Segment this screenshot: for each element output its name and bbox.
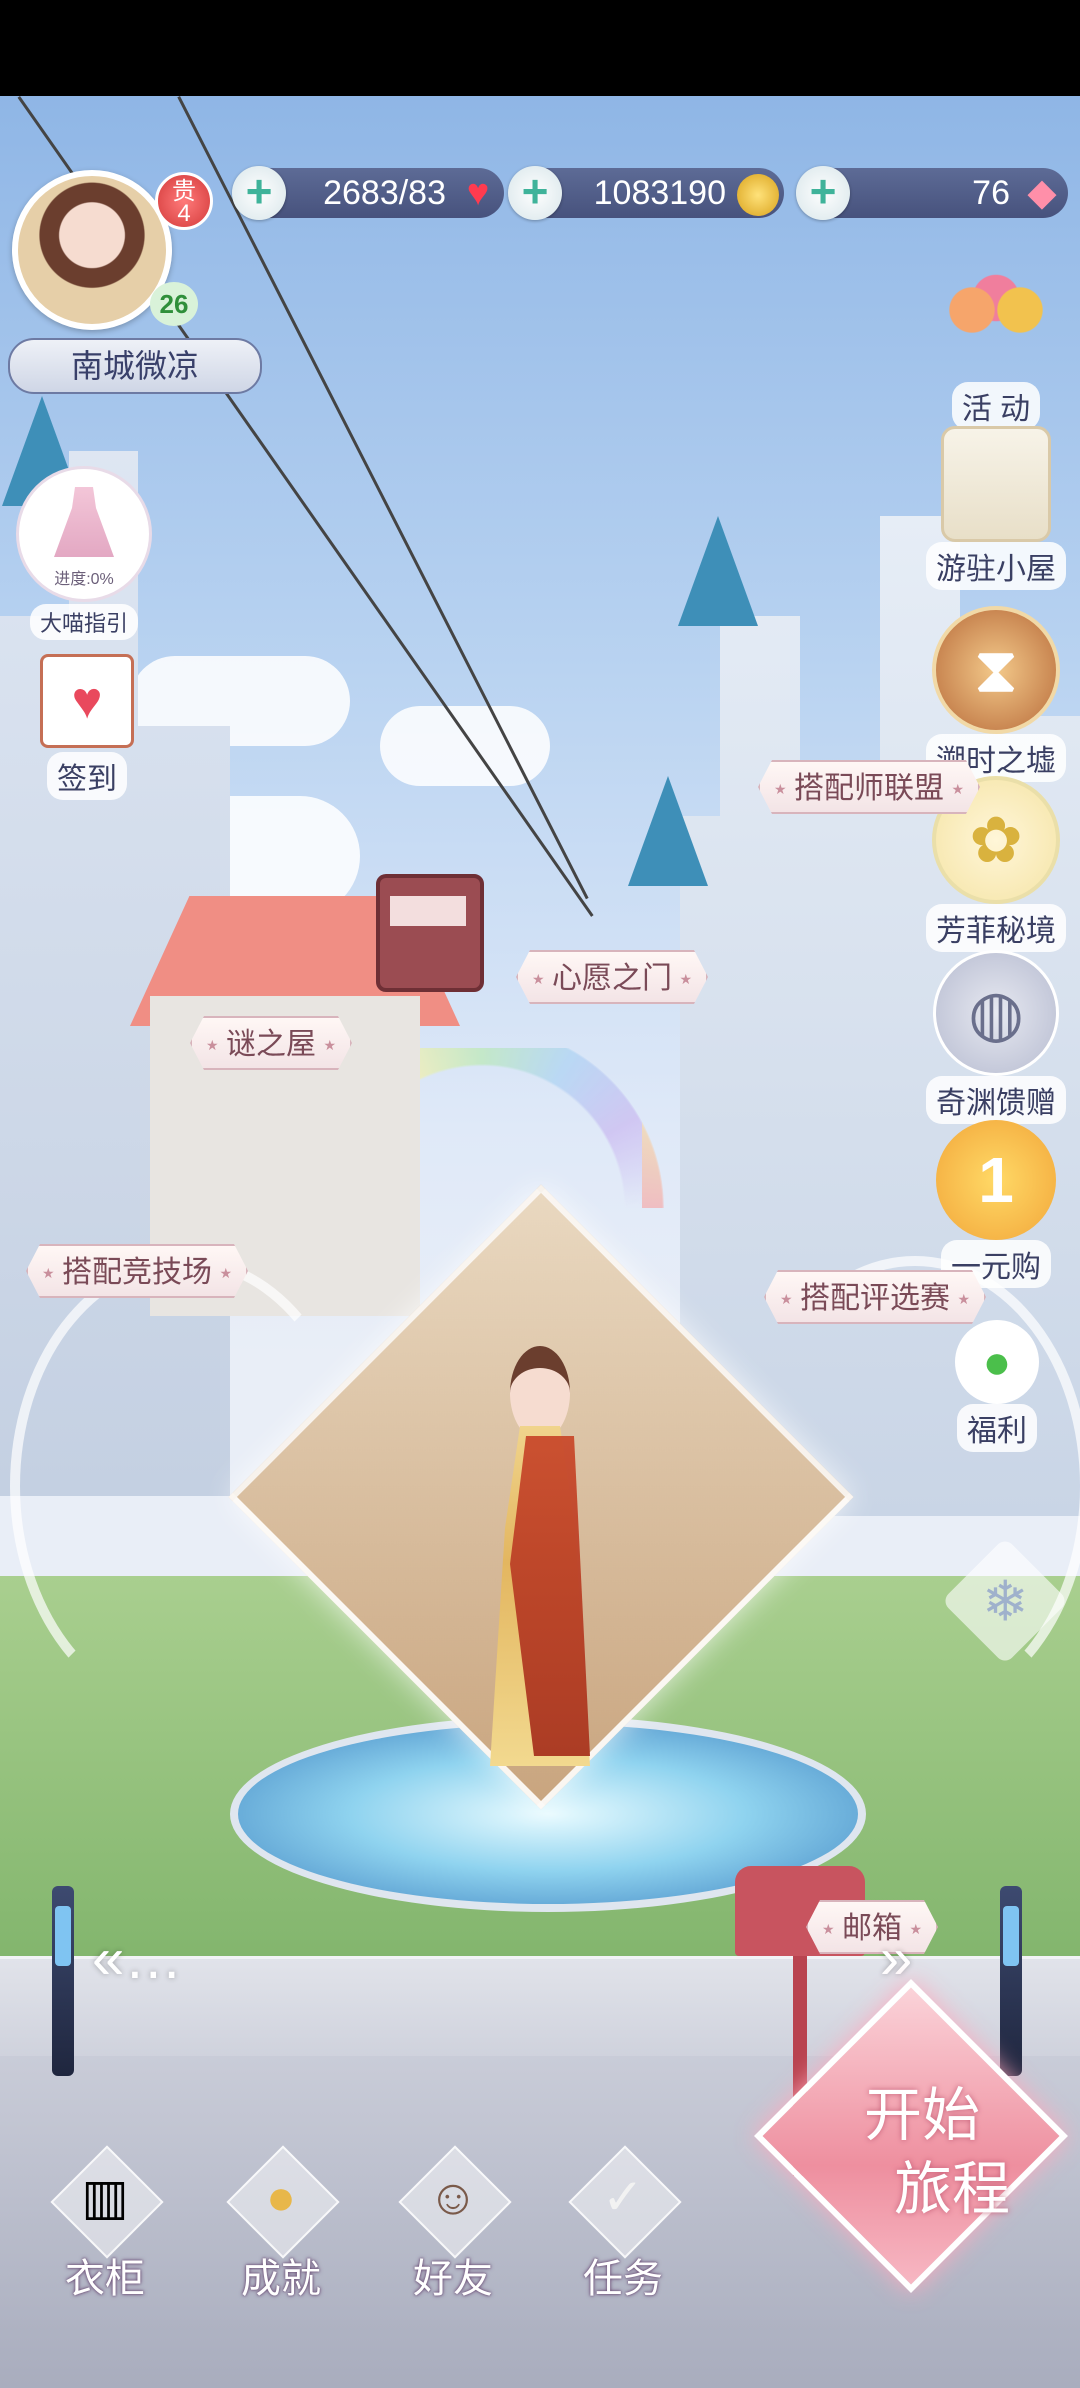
calendar-heart-icon: ♥ [40,654,134,748]
player-avatar[interactable] [12,170,172,330]
task-checklist-icon: ✓ [568,2145,682,2259]
diamond-bar: + 76 ◆ [796,166,1068,220]
abyss-gift-label: 奇渊馈赠 [926,1076,1066,1124]
coin-icon [736,172,780,216]
chat-icon: ● [955,1320,1039,1404]
event-label: 活 动 [951,382,1041,430]
arena-sign[interactable]: 搭配竞技场 [26,1244,248,1298]
abyss-gift-button[interactable]: ◍ 奇渊馈赠 [926,950,1066,1124]
add-stamina-button[interactable]: + [232,166,286,220]
nav-achievements[interactable]: ● 成就 [206,2145,356,2304]
stamina-bar: + 2683/83 ♥ [232,166,504,220]
mailbox-sign[interactable]: 邮箱 [806,1900,938,1954]
guide-circle: 进度:0% [16,466,152,602]
competition-sign[interactable]: 搭配评选赛 [764,1270,986,1324]
nav-wardrobe[interactable]: ▥ 衣柜 [30,2145,180,2304]
start-journey-line1: 开始 [863,2081,980,2149]
welfare-label: 福利 [957,1404,1037,1452]
welfare-button[interactable]: ● 福利 [942,1320,1052,1452]
guide-progress: 进度:0% [54,571,114,588]
fairyland-label: 芳菲秘境 [926,904,1066,952]
vip-level: 4 [177,200,191,227]
vip-badge[interactable]: 贵 4 [155,172,213,230]
stamina-value: 2683/83 [323,174,446,212]
cabin-button[interactable]: 游驻小屋 [926,426,1066,590]
diamond-value: 76 [972,174,1010,212]
status-bar [0,0,1080,96]
checkin-button[interactable]: ♥ 签到 [32,654,142,800]
add-diamonds-button[interactable]: + [796,166,850,220]
mystery-house-sign[interactable]: 谜之屋 [190,1016,352,1070]
start-journey-line2: 旅程 [893,2155,1010,2223]
street-lamp [1000,1886,1022,2076]
character[interactable] [470,1346,610,1766]
cabin-icon [941,426,1051,542]
checkin-label: 签到 [47,752,127,800]
achievement-medal-icon: ● [226,2145,340,2259]
start-journey-label[interactable]: 开始 旅程 [822,2078,1022,2226]
scroll-left-arrow[interactable]: «… [92,1925,182,1992]
dress-icon [54,487,114,557]
nav-friends[interactable]: ☺ 好友 [378,2145,528,2304]
coin-purchase-icon: 1 [936,1120,1056,1240]
stylist-alliance-sign[interactable]: 搭配师联盟 [758,760,980,814]
street-lamp [52,1886,74,2076]
snowflake-button[interactable]: ❄ [941,1537,1069,1665]
hourglass-icon: ⧗ [932,606,1060,734]
tower-roof [628,776,708,886]
coin-bar: + 1083190 [508,166,784,220]
snowflake-icon: ❄ [941,1537,1069,1665]
one-yuan-button[interactable]: 1 一元购 [926,1120,1066,1288]
player-level: 26 [150,282,198,326]
wardrobe-icon: ▥ [50,2145,164,2259]
shell-icon: ◍ [933,950,1059,1076]
ruins-button[interactable]: ⧗ 溯时之墟 [926,606,1066,782]
diamond-icon: ◆ [1027,172,1057,214]
add-coins-button[interactable]: + [508,166,562,220]
guide-label: 大喵指引 [29,604,138,640]
character-head [510,1346,570,1440]
nav-tasks[interactable]: ✓ 任务 [548,2145,698,2304]
friends-icon: ☺ [398,2145,512,2259]
guide-button[interactable]: 进度:0% 大喵指引 [14,466,154,640]
player-name[interactable]: 南城微凉 [8,338,262,394]
heart-icon: ♥ [466,172,490,214]
wish-gate-sign[interactable]: 心愿之门 [516,950,708,1004]
cabin-label: 游驻小屋 [926,542,1066,590]
tower-roof [678,516,758,626]
event-button[interactable]: 活 动 [926,262,1066,430]
coin-value: 1083190 [593,174,726,212]
cable-car [376,874,484,992]
balloon-icon [936,262,1056,382]
